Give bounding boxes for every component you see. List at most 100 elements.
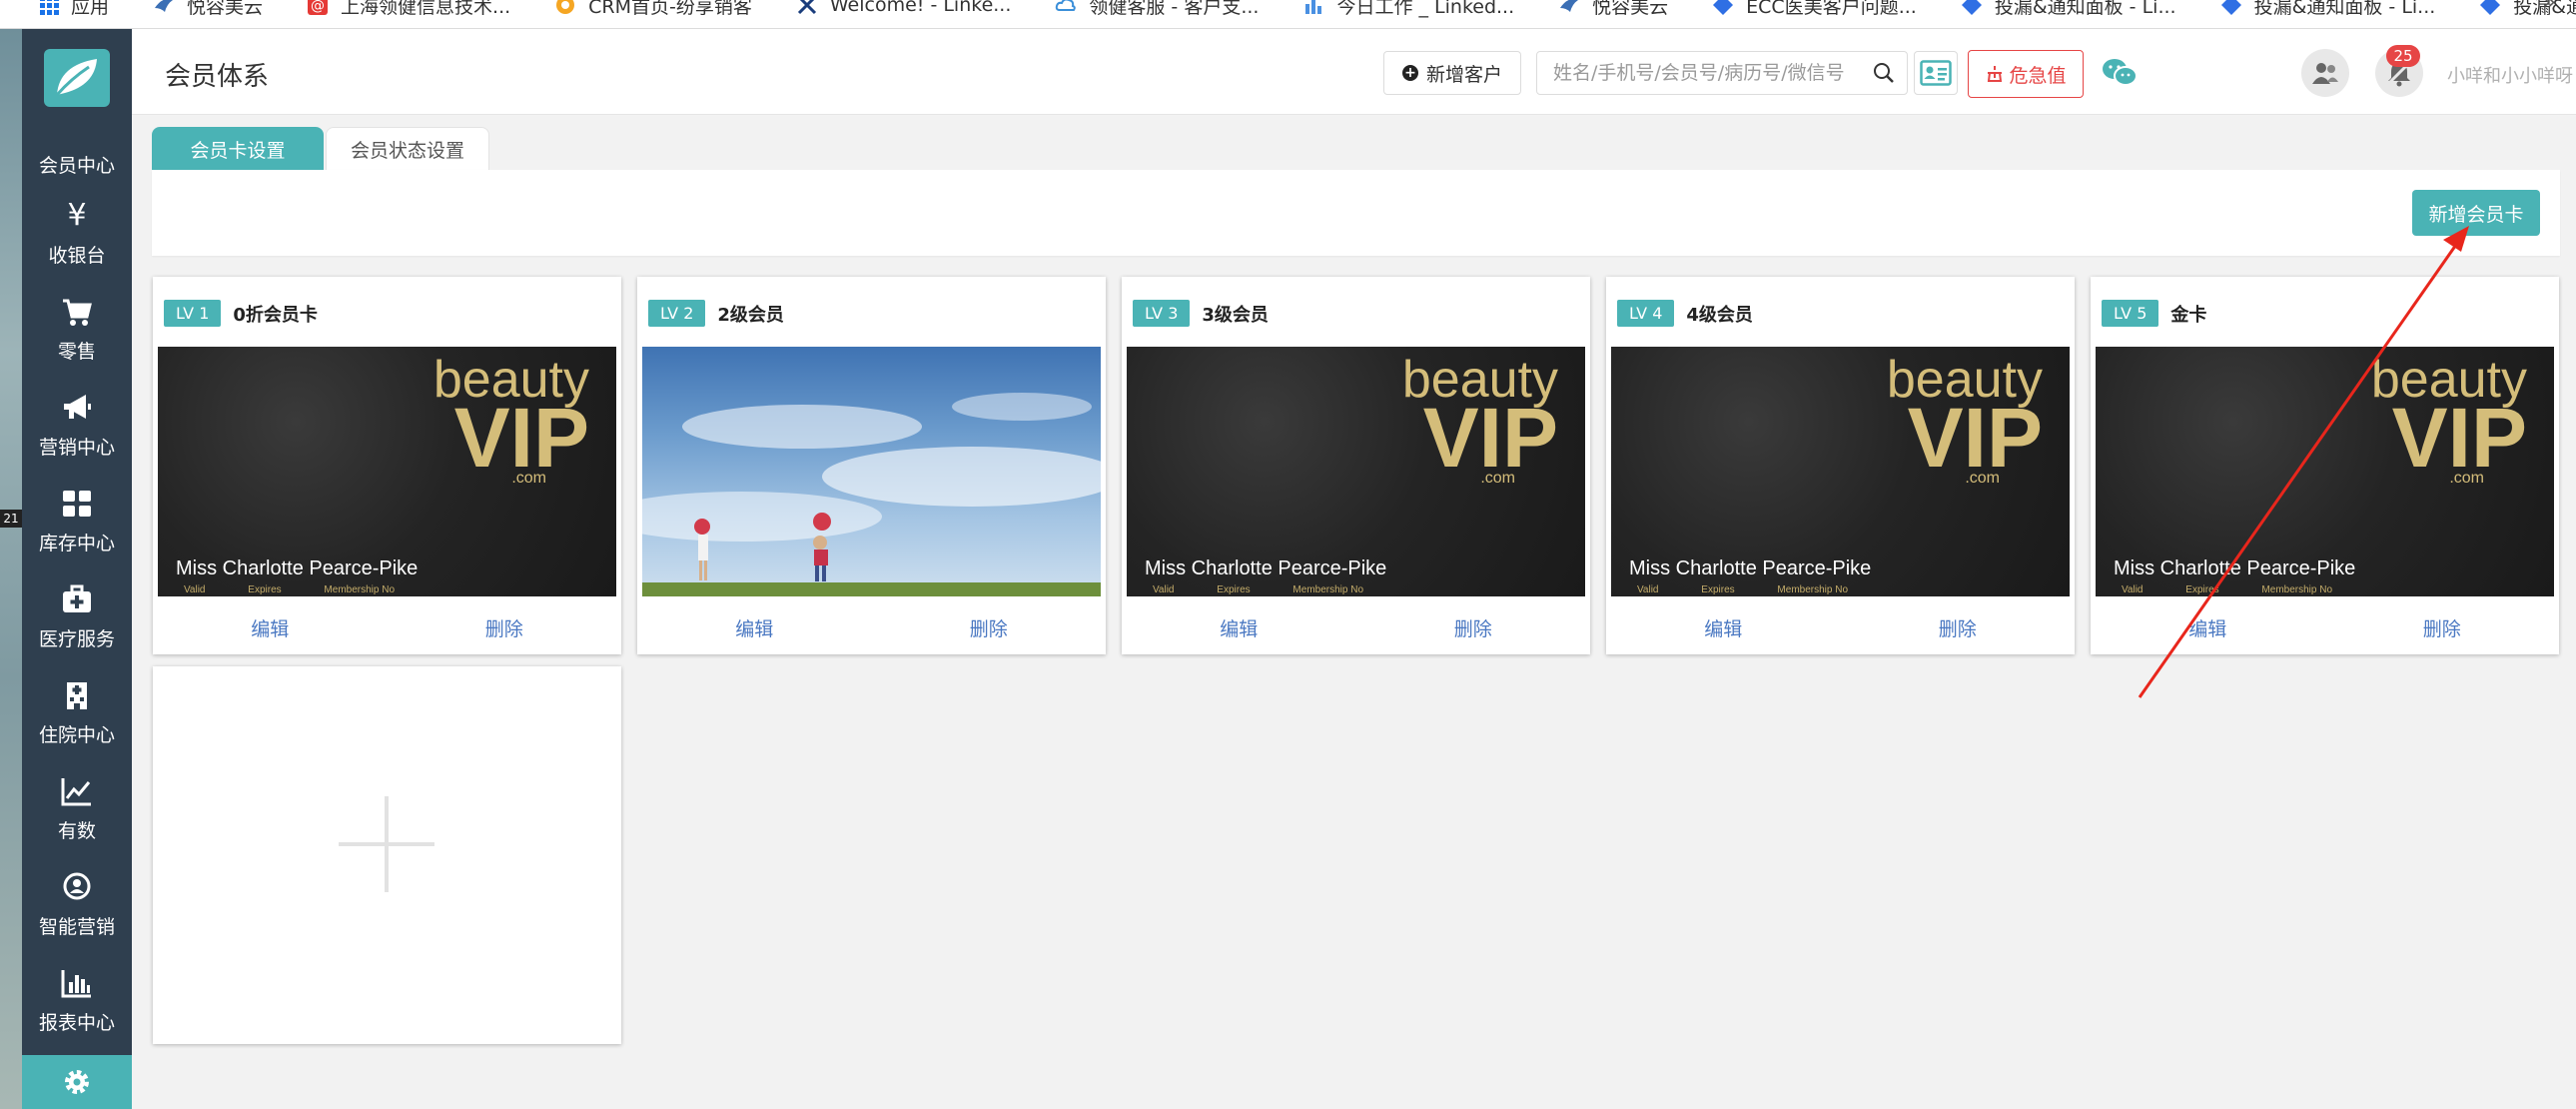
beauty-vip-card-image: beauty VIP .com Miss Charlotte Pearce-Pi… [1127, 347, 1585, 596]
card-name: 金卡 [2170, 304, 2207, 326]
line-chart-icon [61, 778, 91, 806]
sky-photo-drawing [642, 393, 1101, 596]
sidebar-item-inpatient[interactable]: 住院中心 [22, 678, 132, 747]
add-card-tile[interactable] [153, 666, 621, 1044]
card-header: LV 3 3级会员 [1133, 300, 1269, 327]
add-customer-label: 新增客户 [1425, 63, 1502, 86]
card-holder-name: Miss Charlotte Pearce-Pike [1629, 557, 1872, 579]
card-image: beauty VIP .com Miss Charlotte Pearce-Pi… [2096, 347, 2554, 596]
sidebar-item-medical[interactable]: 医疗服务 [22, 582, 132, 651]
cloud-icon [1056, 0, 1077, 11]
add-member-card-button[interactable]: 新增会员卡 [2412, 190, 2540, 236]
gear-icon [65, 1070, 89, 1094]
card-header: LV 4 4级会员 [1617, 300, 1753, 327]
sidebar-item-cashier[interactable]: ¥ 收银台 [22, 199, 132, 268]
user-name-dropdown[interactable]: 小咩和小小咩呀 (张江门诊部) ⌄ [2447, 62, 2576, 88]
bookmark-label: 上海领健信息技术... [341, 0, 511, 18]
field-valid: Valid [1153, 584, 1175, 595]
card-name: 4级会员 [1686, 304, 1753, 326]
field-membership: Membership No [1292, 584, 1364, 595]
sidebar-item-inventory[interactable]: 库存中心 [22, 487, 132, 555]
delete-card-link[interactable]: 删除 [1841, 614, 2076, 641]
add-customer-button[interactable]: + 新增客户 [1383, 51, 1521, 95]
edit-card-link[interactable]: 编辑 [1122, 614, 1356, 641]
delete-card-link[interactable]: 删除 [872, 614, 1107, 641]
sidebar-item-settings[interactable] [22, 1055, 132, 1109]
sidebar-item-label: 智能营销 [38, 916, 115, 938]
sidebar-item-smart-marketing[interactable]: 智能营销 [22, 870, 132, 939]
edit-card-link[interactable]: 编辑 [153, 614, 388, 641]
level-badge: LV 3 [1133, 300, 1191, 327]
card-image: beauty VIP .com Miss Charlotte Pearce-Pi… [1127, 347, 1585, 596]
sidebar-item-data[interactable]: 有数 [22, 774, 132, 843]
card-actions: 编辑 删除 [153, 614, 621, 641]
id-card-button[interactable] [1914, 51, 1958, 95]
card-actions: 编辑 删除 [2091, 614, 2559, 641]
bookmark-item[interactable]: @ 上海领健信息技术... [307, 0, 510, 20]
card-image: beauty VIP .com Miss Charlotte Pearce-Pi… [1611, 347, 2070, 596]
logo-word-com: .com [1965, 470, 2000, 485]
bookmark-item[interactable]: 悦容美云 [153, 0, 263, 20]
bookmark-label: 投漏&通知面板 - Li... [1994, 0, 2176, 18]
bookmark-label: ECC医美客户问题... [1746, 0, 1917, 18]
card-name: 0折会员卡 [233, 304, 318, 326]
bookmark-item[interactable]: Welcome! - Linke... [796, 0, 1012, 20]
top-header: 会员体系 + 新增客户 危急值 [132, 29, 2576, 115]
tab-member-status-settings[interactable]: 会员状态设置 [326, 127, 489, 171]
sidebar-item-marketing[interactable]: 营销中心 [22, 391, 132, 460]
bookmark-label: 领健客服 - 客户支... [1089, 0, 1260, 18]
bookmark-item[interactable]: 投漏&通知面板 - Li... [2479, 0, 2576, 20]
bookmarks-overflow-button[interactable]: » [2543, 0, 2556, 15]
sidebar-item-label: 营销中心 [38, 437, 115, 459]
beauty-vip-card-image: beauty VIP .com Miss Charlotte Pearce-Pi… [2096, 347, 2554, 596]
bookmark-item[interactable]: 领健客服 - 客户支... [1055, 0, 1259, 20]
tab-member-card-settings[interactable]: 会员卡设置 [152, 127, 324, 171]
desktop-background-strip [0, 29, 22, 1109]
bookmark-item[interactable]: CRM首页-纷享销客 [554, 0, 752, 20]
bookmark-label: Welcome! - Linke... [829, 0, 1012, 16]
sidebar-item-label: 有数 [57, 820, 96, 842]
users-icon [2312, 63, 2338, 84]
bookmark-item[interactable]: 投漏&通知面板 - Li... [2220, 0, 2435, 20]
edit-card-link[interactable]: 编辑 [637, 614, 872, 641]
critical-value-button[interactable]: 危急值 [1968, 50, 2084, 98]
bookmark-apps[interactable]: 应用 [40, 0, 109, 20]
edit-card-link[interactable]: 编辑 [1606, 614, 1841, 641]
delete-card-link[interactable]: 删除 [388, 614, 622, 641]
scissors-icon [797, 0, 816, 15]
bar-chart-icon [61, 970, 91, 998]
bookmark-item[interactable]: 悦容美云 [1558, 0, 1668, 20]
delete-card-link[interactable]: 删除 [2325, 614, 2560, 641]
card-holder-name: Miss Charlotte Pearce-Pike [1145, 557, 1387, 579]
bookmark-item[interactable]: 投漏&通知面板 - Li... [1961, 0, 2176, 20]
search-icon[interactable] [1873, 62, 1895, 84]
bookmark-label: 应用 [71, 0, 110, 18]
card-actions: 编辑 删除 [1606, 614, 2075, 641]
leaf-logo-icon [55, 59, 97, 96]
sidebar-item-label: 会员中心 [38, 155, 115, 177]
beauty-vip-logo: beauty VIP .com [1887, 355, 2043, 485]
notification-count-badge: 25 [2386, 45, 2420, 67]
wechat-icon[interactable] [2100, 55, 2140, 91]
search-input[interactable] [1537, 52, 1857, 94]
sidebar-item-retail[interactable]: 零售 [22, 295, 132, 364]
sidebar-item-member-center[interactable]: 会员中心 [22, 143, 132, 178]
bookmark-item[interactable]: ECC医美客户问题... [1712, 0, 1917, 20]
level-badge: LV 2 [648, 300, 706, 327]
card-header: LV 5 金卡 [2102, 300, 2206, 327]
diamond-icon [2220, 0, 2241, 15]
app-logo[interactable] [44, 49, 110, 107]
member-card: LV 4 4级会员 beauty VIP .com Miss Charlotte… [1606, 277, 2075, 654]
medkit-icon [63, 584, 91, 612]
sidebar-item-reports[interactable]: 报表中心 [22, 966, 132, 1035]
edit-card-link[interactable]: 编辑 [2091, 614, 2325, 641]
bookmark-item[interactable]: 今日工作 _ Linked... [1302, 0, 1514, 20]
sidebar-item-label: 住院中心 [38, 724, 115, 746]
card-name: 3级会员 [1202, 304, 1269, 326]
group-users-button[interactable] [2301, 49, 2349, 97]
delete-card-link[interactable]: 删除 [1356, 614, 1591, 641]
bookmark-label: CRM首页-纷享销客 [588, 0, 752, 18]
bookmark-label: 今日工作 _ Linked... [1336, 0, 1515, 18]
sidebar: 会员中心 ¥ 收银台 零售 营销中心 库存中心 医疗服务 住院中心 有数 智能营… [22, 29, 132, 1109]
search-box [1536, 51, 1908, 95]
